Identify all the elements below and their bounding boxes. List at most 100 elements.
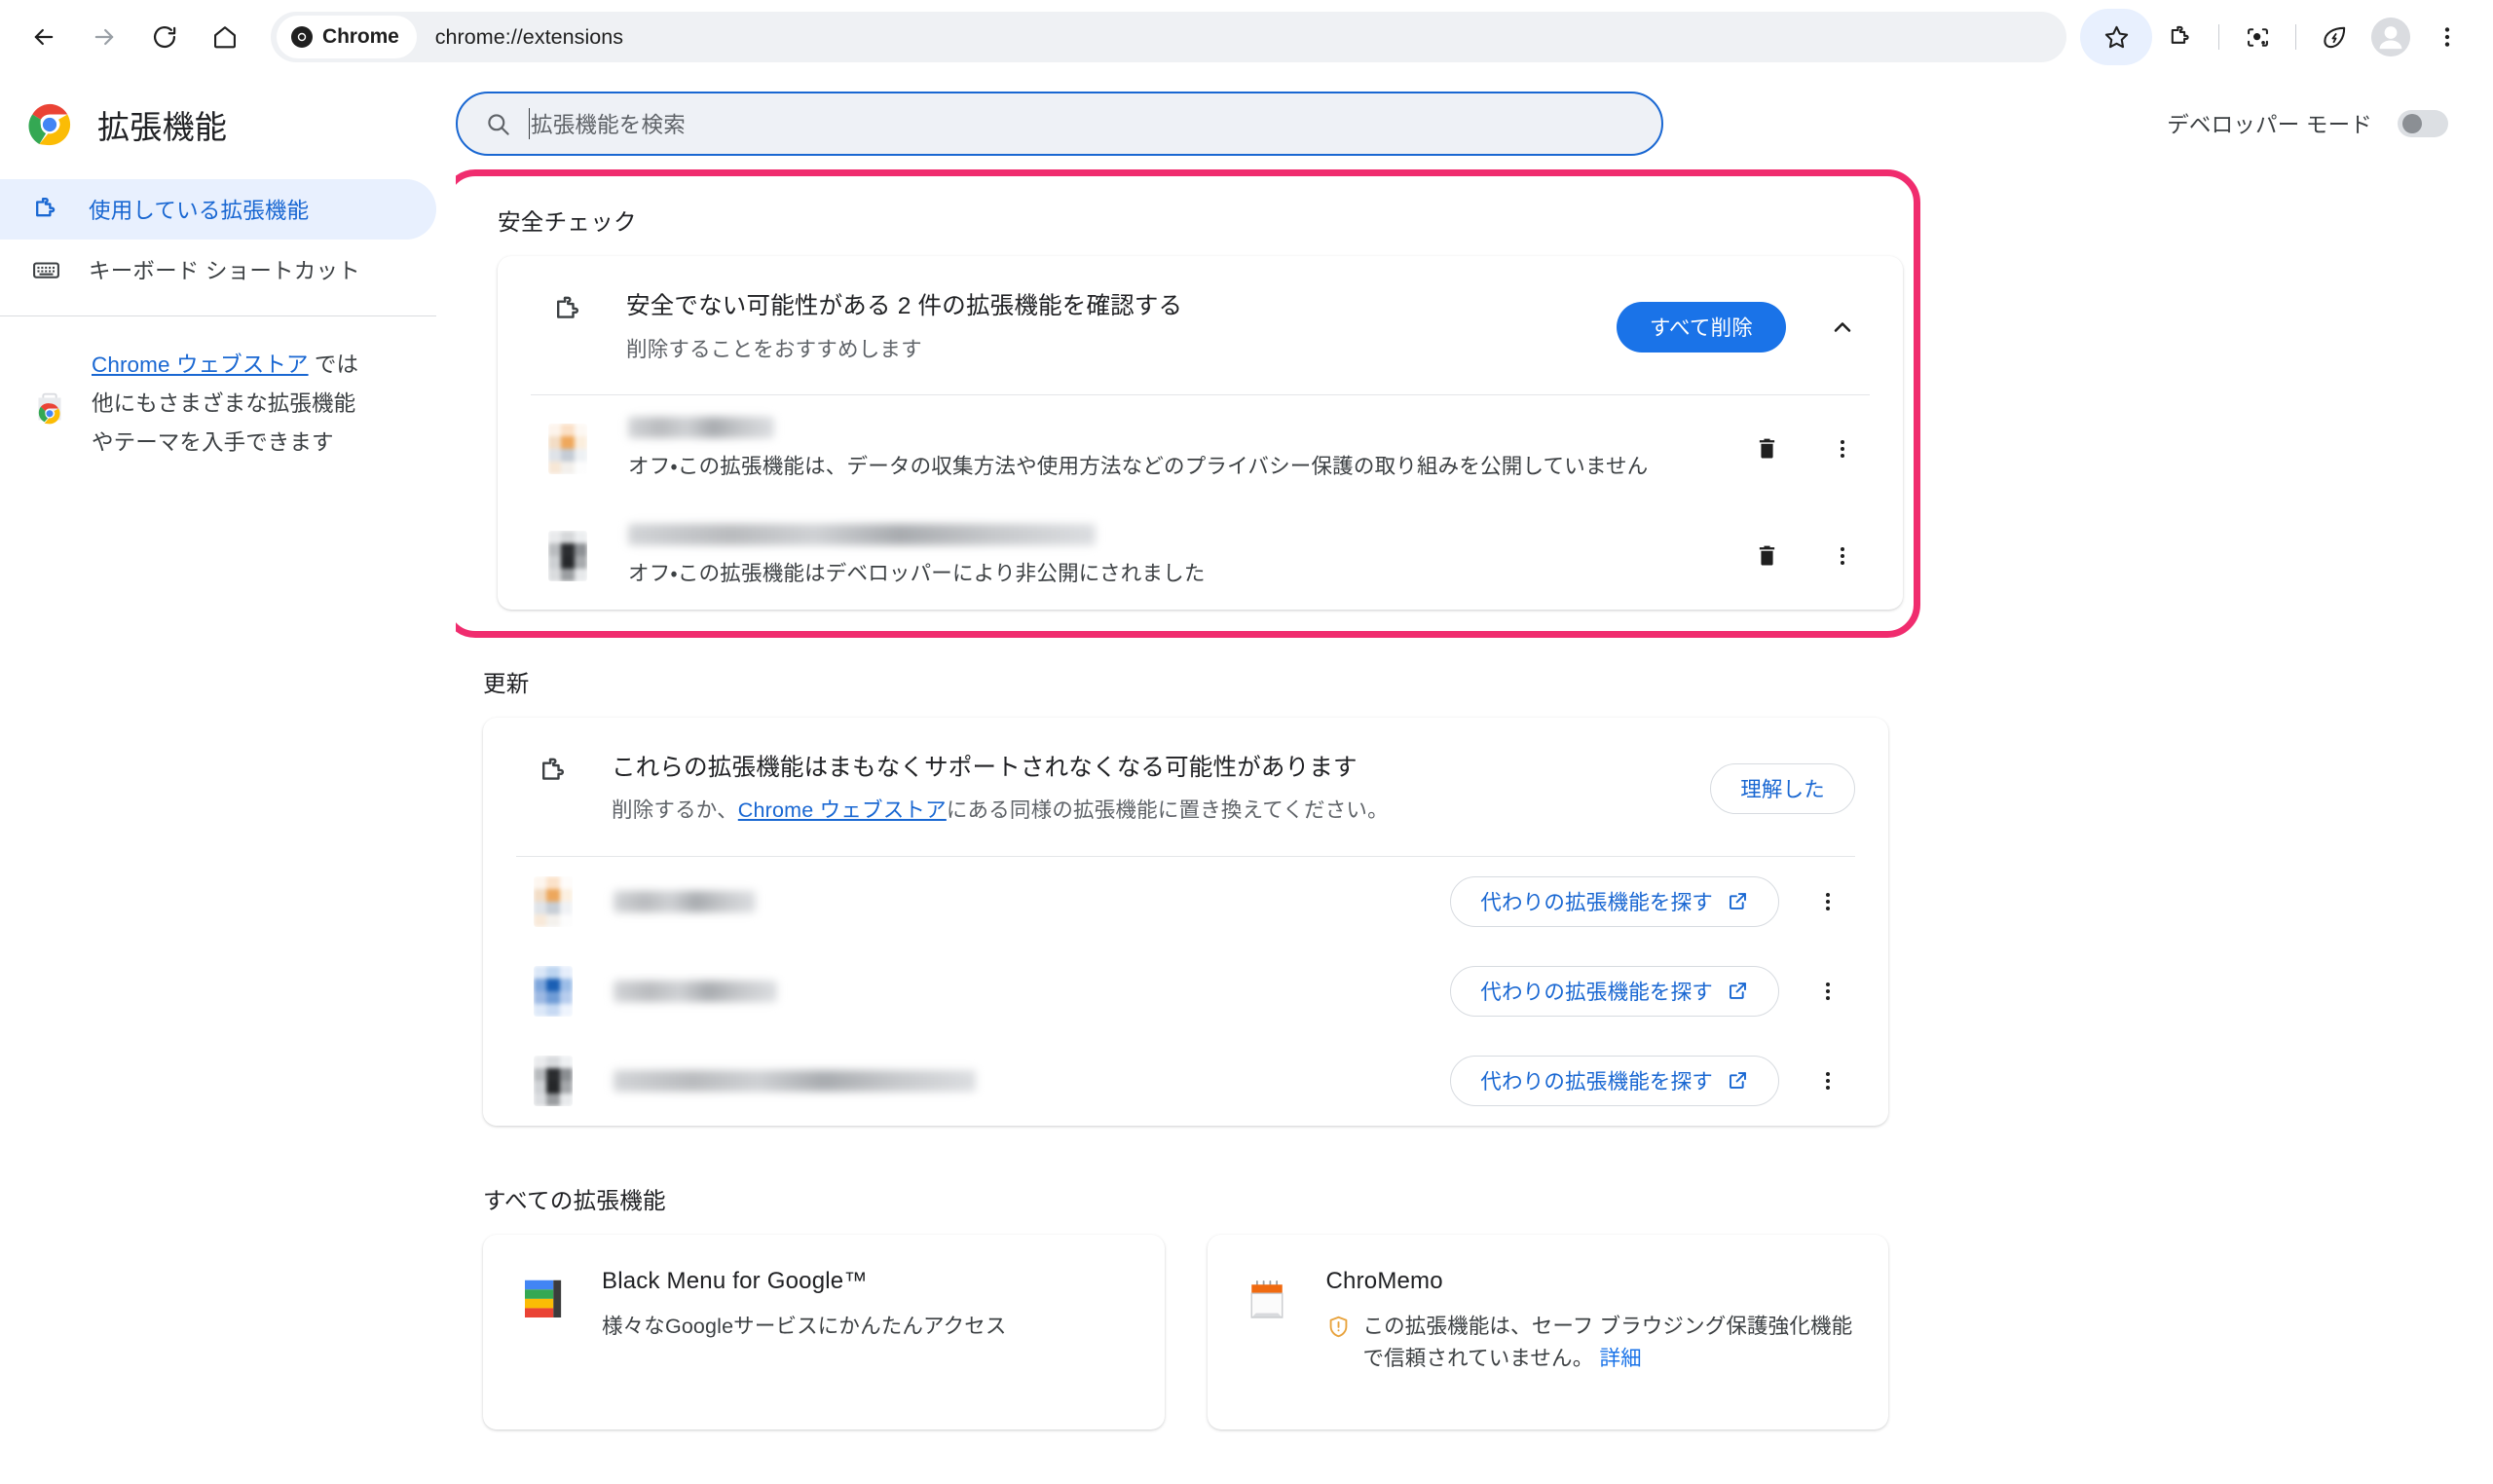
bookmark-star-button[interactable] [2080,9,2152,65]
safety-check-title: 安全でない可能性がある 2 件の拡張機能を確認する [626,293,1183,319]
extensions-puzzle-icon [2171,25,2189,44]
energy-saver-leaf-icon [2323,26,2345,48]
extension-name-redacted [628,523,1096,545]
extension-card-body: Black Menu for Google™ 様々なGoogleサービスにかんた… [602,1268,1132,1343]
forward-arrow-icon [94,28,114,46]
black-menu-for-google-icon [525,1280,562,1317]
extension-more-options-button[interactable] [1801,874,1855,929]
acknowledge-button[interactable]: 理解した [1710,762,1855,814]
star-icon [2104,25,2128,48]
chrome-webstore-icon [38,392,61,425]
remove-all-button[interactable]: すべて削除 [1616,301,1786,352]
search-input[interactable]: 拡張機能を検索 [456,92,1663,156]
updates-subtitle: 削除するか、Chrome ウェブストアにある同様の拡張機能に置き換えてください。 [612,795,1710,826]
puzzle-icon [548,293,589,328]
delete-extension-button[interactable] [1739,529,1794,583]
forward-button[interactable] [74,7,134,67]
reload-button[interactable] [134,7,195,67]
updates-card: これらの拡張機能はまもなくサポートされなくなる可能性があります 削除するか、Ch… [483,717,1888,1126]
extension-more-options-button[interactable] [1815,529,1870,583]
find-alternative-label: 代わりの拡張機能を探す [1480,1070,1713,1094]
find-alternative-button[interactable]: 代わりの拡張機能を探す [1450,875,1779,927]
profile-button[interactable] [2363,9,2419,65]
safety-check-highlight-annotation: 安全チェック 安全でない可能性がある 2 件の拡張機能を確認する 削除することを… [456,169,1920,638]
omnibox-chip-label: Chrome [322,25,399,48]
updates-item-row: 代わりの拡張機能を探す [483,1036,1888,1126]
extensions-button[interactable] [2152,9,2209,65]
search-placeholder-text: 拡張機能を検索 [529,108,686,139]
more-vert-icon [1826,892,1830,910]
extension-name-redacted [628,416,774,438]
omnibox[interactable]: Chrome chrome://extensions [271,12,2066,62]
google-lens-icon [2247,27,2268,47]
extension-more-options-button[interactable] [1801,964,1855,1019]
sections-scroll-area[interactable]: 安全チェック 安全でない可能性がある 2 件の拡張機能を確認する 削除することを… [456,164,2493,1480]
back-button[interactable] [14,7,74,67]
sidebar: 拡張機能 使用している拡張機能 キーボード ショートカット Chrome ウェブ… [0,74,456,1484]
updates-title: これらの拡張機能はまもなくサポートされなくなる可能性があります [612,754,1358,781]
extension-icon-redacted [548,423,587,474]
more-vert-icon [1841,546,1844,565]
safety-check-header-text: 安全でない可能性がある 2 件の拡張機能を確認する 削除することをおすすめします [626,289,1617,365]
more-vert-icon [2444,27,2450,47]
sidebar-item-label: 使用している拡張機能 [89,199,310,223]
extension-more-options-button[interactable] [1815,422,1870,476]
extension-card-name: Black Menu for Google™ [602,1267,868,1294]
extension-card[interactable]: Black Menu for Google™ 様々なGoogleサービスにかんた… [483,1234,1165,1429]
open-in-new-icon [1730,983,1746,1000]
webstore-promo-text: Chrome ウェブストア では 他にもさまざまな拡張機能 やテーマを入手できま… [92,346,358,463]
extension-more-options-button[interactable] [1801,1054,1855,1108]
safety-check-item-row: オフ・この拡張機能はデベロッパーにより非公開にされました [498,502,1903,610]
open-in-new-icon [1730,1072,1746,1090]
extension-icon-redacted [534,875,573,927]
sidebar-item-keyboard-shortcuts[interactable]: キーボード ショートカット [0,240,436,300]
find-alternative-button[interactable]: 代わりの拡張機能を探す [1450,1055,1779,1106]
extension-card[interactable]: ChroMemo この拡張機能は、セーフ ブラウジング保護強化機能で信頼されてい… [1207,1234,1888,1429]
extension-icon-redacted [548,530,587,581]
trash-icon [1759,438,1774,459]
webstore-line3: やテーマを入手できます [92,430,334,456]
reload-icon [153,26,176,49]
developer-mode-toggle[interactable] [2398,110,2448,137]
sidebar-brand: 拡張機能 [0,88,456,173]
updates-item-name [614,1069,1450,1092]
energy-saver-button[interactable] [2306,9,2363,65]
sidebar-item-my-extensions[interactable]: 使用している拡張機能 [0,179,436,240]
safety-check-item-description: オフ・この拡張機能は、データの収集方法や使用方法などのプライバシー保護の取り組み… [628,454,1649,478]
safety-check-item-row: オフ・この拡張機能は、データの収集方法や使用方法などのプライバシー保護の取り組み… [498,395,1903,502]
extension-icon-redacted [534,1055,573,1106]
puzzle-icon [534,755,575,790]
safety-check-item-body: オフ・この拡張機能はデベロッパーにより非公開にされました [628,523,1739,588]
webstore-inline-link[interactable]: Chrome ウェブストア [738,798,947,822]
toolbar-divider [2218,24,2219,50]
find-alternative-button[interactable]: 代わりの拡張機能を探す [1450,965,1779,1017]
omnibox-chrome-chip[interactable]: Chrome [277,16,417,58]
updates-section-title: 更新 [483,670,530,696]
keyboard-icon [29,253,62,286]
warning-shield-icon [1329,1316,1347,1337]
main-content: 拡張機能を検索 デベロッパー モード 安全チェック 安全でない可能性がある 2 … [456,74,2493,1484]
puzzle-icon [29,193,62,226]
delete-extension-button[interactable] [1739,422,1794,476]
chrome-menu-button[interactable] [2419,9,2475,65]
extension-name-redacted [614,1069,976,1092]
avatar-person-icon [2371,18,2410,56]
toggle-knob [2402,114,2422,133]
safety-check-collapse-button[interactable] [1815,300,1870,354]
page-title: 拡張機能 [97,109,228,145]
extension-icon-redacted [534,965,573,1017]
sidebar-item-label: キーボード ショートカット [89,259,360,283]
home-button[interactable] [195,7,255,67]
trash-icon [1759,546,1774,566]
back-arrow-icon [34,28,54,46]
extension-card-warning: この拡張機能は、セーフ ブラウジング保護強化機能で信頼されていません。 詳細 [1326,1311,1856,1376]
chrome-webstore-link[interactable]: Chrome ウェブストア [92,352,309,377]
toolbar-right-group [2080,9,2475,65]
google-lens-button[interactable] [2229,9,2286,65]
safety-check-item-body: オフ・この拡張機能は、データの収集方法や使用方法などのプライバシー保護の取り組み… [628,416,1739,481]
safety-check-section-title: 安全チェック [498,209,637,235]
open-in-new-icon [1730,893,1746,910]
chrome-logo-icon [28,103,71,146]
warning-detail-link[interactable]: 詳細 [1600,1347,1642,1370]
safety-check-item-actions [1739,529,1870,583]
